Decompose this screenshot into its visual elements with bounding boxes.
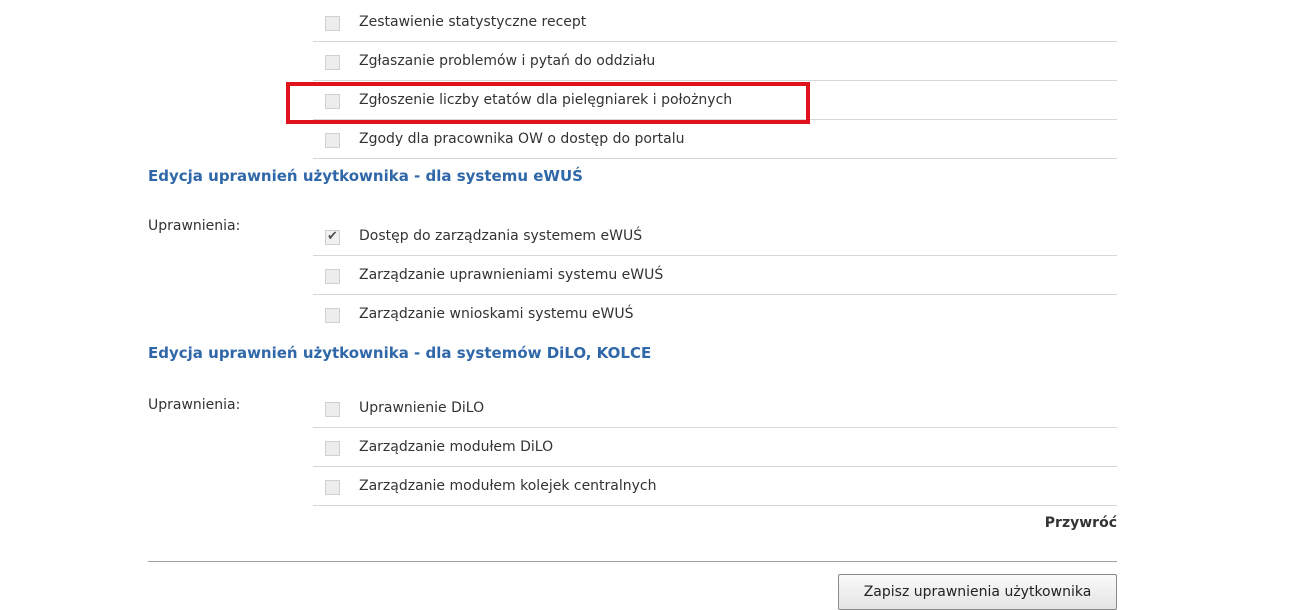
- permissions-field-label: Uprawnienia:: [148, 218, 241, 234]
- permission-row[interactable]: Zgody dla pracownika OW o dostęp do port…: [313, 120, 1117, 159]
- permission-row[interactable]: Zgłaszanie problemów i pytań do oddziału: [313, 42, 1117, 81]
- permission-label: Dostęp do zarządzania systemem eWUŚ: [359, 228, 643, 244]
- permission-row[interactable]: Zarządzanie modułem DiLO: [313, 428, 1117, 467]
- permission-label: Zgłaszanie problemów i pytań do oddziału: [359, 53, 656, 69]
- permission-checkbox[interactable]: [325, 308, 340, 323]
- permission-row[interactable]: Zarządzanie wnioskami systemu eWUŚ: [313, 295, 1117, 334]
- restore-link[interactable]: Przywróć: [1045, 513, 1117, 533]
- permission-checkbox[interactable]: [325, 480, 340, 495]
- permission-checkbox[interactable]: [325, 55, 340, 70]
- permission-label: Zarządzanie modułem kolejek centralnych: [359, 478, 657, 494]
- permissions-field-label: Uprawnienia:: [148, 397, 241, 413]
- permission-row[interactable]: Zestawienie statystyczne recept: [313, 3, 1117, 42]
- permission-checkbox[interactable]: [325, 16, 340, 31]
- permissions-panel: Zestawienie statystyczne recept Zgłaszan…: [0, 0, 1298, 610]
- permission-checkbox-checked[interactable]: ✔: [325, 229, 340, 245]
- permission-label: Zgody dla pracownika OW o dostęp do port…: [359, 131, 685, 147]
- permission-label: Uprawnienie DiLO: [359, 400, 485, 416]
- section-title-ewus: Edycja uprawnień użytkownika - dla syste…: [148, 167, 583, 185]
- section-title-dilo: Edycja uprawnień użytkownika - dla syste…: [148, 344, 652, 362]
- checkmark-icon: ✔: [327, 229, 338, 244]
- permission-label: Zarządzanie modułem DiLO: [359, 439, 554, 455]
- permission-checkbox[interactable]: [325, 269, 340, 284]
- save-permissions-button[interactable]: Zapisz uprawnienia użytkownika: [838, 574, 1117, 610]
- permission-row[interactable]: Uprawnienie DiLO: [313, 389, 1117, 428]
- permission-checkbox[interactable]: [325, 133, 340, 148]
- permission-row[interactable]: Zarządzanie uprawnieniami systemu eWUŚ: [313, 256, 1117, 295]
- permission-row[interactable]: Zarządzanie modułem kolejek centralnych: [313, 467, 1117, 506]
- permission-checkbox[interactable]: [325, 402, 340, 417]
- permission-label: Zarządzanie uprawnieniami systemu eWUŚ: [359, 267, 664, 283]
- permission-checkbox[interactable]: [325, 441, 340, 456]
- divider: [148, 561, 1117, 562]
- permission-label: Zestawienie statystyczne recept: [359, 14, 587, 30]
- highlight-annotation-box: [286, 82, 810, 124]
- permission-row[interactable]: ✔ Dostęp do zarządzania systemem eWUŚ: [313, 217, 1117, 256]
- permission-label: Zarządzanie wnioskami systemu eWUŚ: [359, 306, 634, 322]
